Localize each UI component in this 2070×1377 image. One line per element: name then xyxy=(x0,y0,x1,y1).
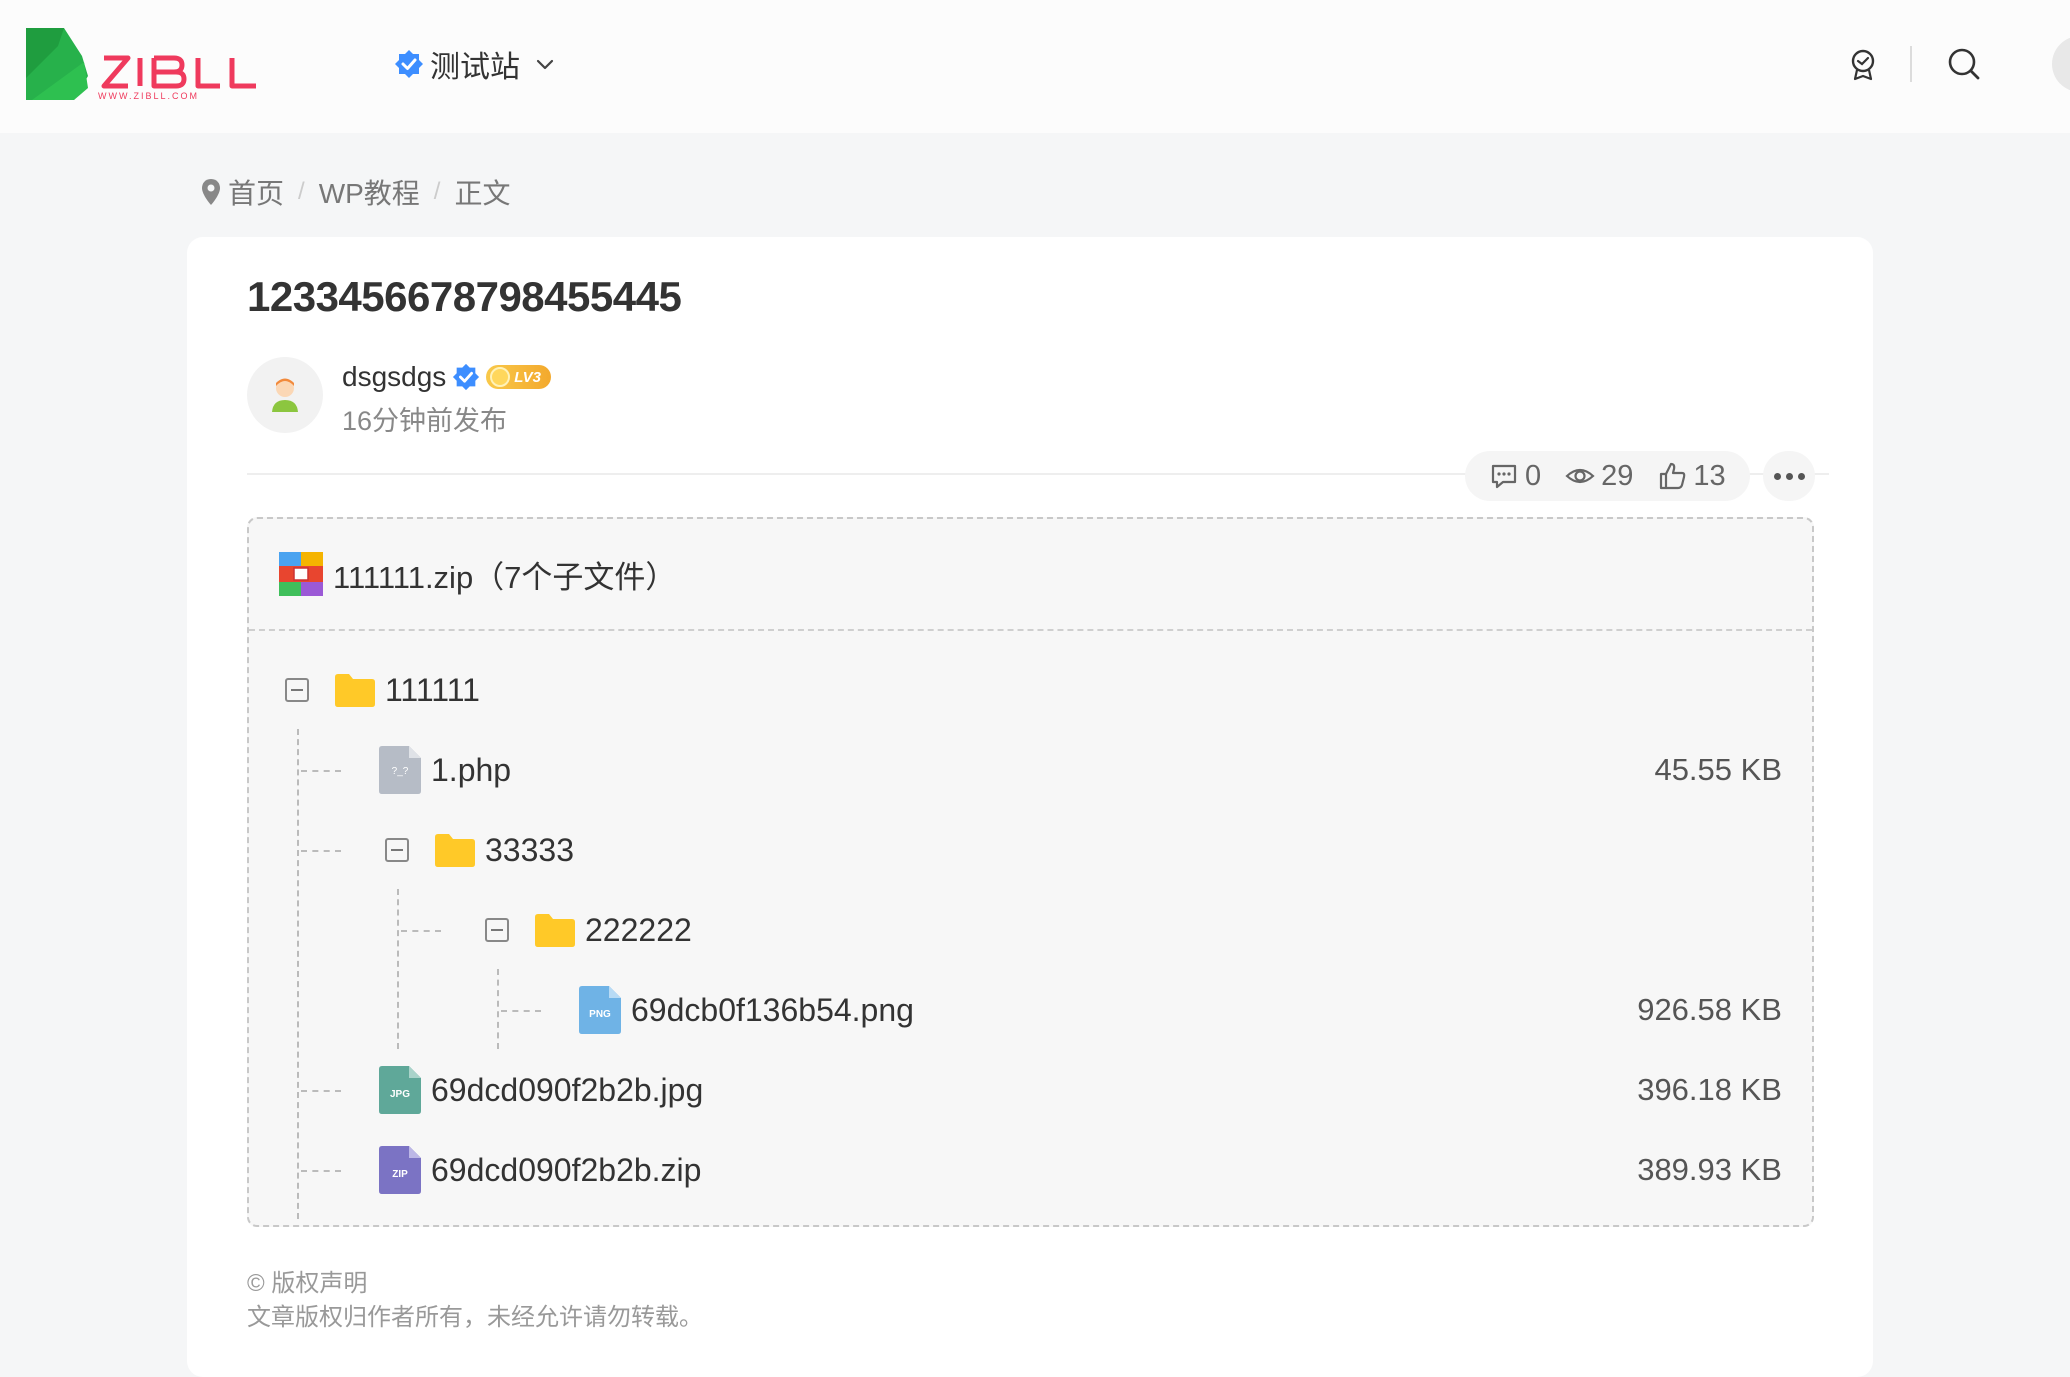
jpg-file-icon: JPG xyxy=(379,1066,421,1114)
chevron-down-icon xyxy=(536,59,554,70)
collapse-toggle-icon[interactable] xyxy=(285,678,309,702)
svg-text:JPG: JPG xyxy=(390,1089,410,1100)
dot xyxy=(1797,472,1805,480)
tree-item-name: 33333 xyxy=(485,831,574,868)
tree-item-name: 222222 xyxy=(585,911,692,948)
tree-item-name: 111111 xyxy=(385,671,480,708)
file-size: 396.18 KB xyxy=(1637,1072,1782,1107)
like-count[interactable]: 13 xyxy=(1657,460,1726,493)
verified-icon xyxy=(453,363,480,391)
comment-count[interactable]: 0 xyxy=(1489,460,1541,493)
png-file-icon: PNG xyxy=(579,986,621,1034)
breadcrumb: 首页 / WP教程 / 正文 xyxy=(200,172,510,212)
tree-item-name: 1.php xyxy=(431,751,512,788)
folder-icon xyxy=(335,674,375,707)
collapse-toggle-icon[interactable] xyxy=(485,918,509,942)
article-card: 1233456678798455445 dsgsdgs LV3 16分钟前发布 … xyxy=(187,237,1873,1377)
archive-icon xyxy=(279,552,323,596)
breadcrumb-separator: / xyxy=(298,178,305,205)
tree-item-name: 69dcd090f2b2b.jpg xyxy=(431,1071,704,1108)
tree-file-row[interactable]: ZIP 69dcd090f2b2b.zip xyxy=(379,1146,702,1194)
tree-item-name: 69dcd090f2b2b.zip xyxy=(431,1151,702,1188)
zip-title: 111111.zip（7个子文件） xyxy=(333,559,677,595)
search-icon[interactable] xyxy=(1946,46,1982,82)
view-count: 29 xyxy=(1565,460,1633,493)
copyright-text: 文章版权归作者所有，未经允许请勿转载。 xyxy=(247,1304,703,1331)
file-size: 45.55 KB xyxy=(1654,752,1782,787)
file-size: 926.58 KB xyxy=(1637,992,1782,1027)
svg-text:WWW.ZIBLL.COM: WWW.ZIBLL.COM xyxy=(98,91,199,101)
site-header: WWW.ZIBLL.COM 测试站 xyxy=(0,0,2070,133)
post-title: 1233456678798455445 xyxy=(247,273,682,320)
zip-preview: 111111.zip（7个子文件） 111111 ?_? 1.php 45.55… xyxy=(247,517,1814,1227)
svg-text:PNG: PNG xyxy=(589,1009,611,1020)
zip-header: 111111.zip（7个子文件） xyxy=(249,519,1812,631)
post-stats: 0 29 13 xyxy=(1465,451,1750,501)
dot xyxy=(1773,472,1781,480)
site-name: 测试站 xyxy=(430,51,520,84)
post-time: 16分钟前发布 xyxy=(342,406,508,436)
site-switcher[interactable]: 测试站 xyxy=(394,44,556,84)
tree-folder-row[interactable]: 111111 xyxy=(285,667,480,713)
tree-guide xyxy=(301,1170,341,1172)
eye-icon xyxy=(1565,468,1595,484)
file-size: 389.93 KB xyxy=(1637,1152,1782,1187)
site-logo[interactable]: WWW.ZIBLL.COM xyxy=(24,26,264,102)
tree-file-row[interactable]: PNG 69dcb0f136b54.png xyxy=(579,986,914,1034)
location-pin-icon xyxy=(202,179,220,205)
tree-folder-row[interactable]: 222222 xyxy=(485,907,692,953)
copyright-heading: © 版权声明 xyxy=(247,1270,368,1297)
author-avatar[interactable] xyxy=(247,357,323,433)
tree-guide xyxy=(401,930,441,932)
tree-guide xyxy=(301,1090,341,1092)
collapse-toggle-icon[interactable] xyxy=(385,838,409,862)
breadcrumb-category[interactable]: WP教程 xyxy=(319,172,420,212)
level-badge: LV3 xyxy=(486,365,551,389)
tree-item-name: 69dcb0f136b54.png xyxy=(631,991,914,1028)
user-avatar[interactable] xyxy=(2052,36,2070,92)
tree-guide xyxy=(297,729,299,1219)
tree-guide xyxy=(501,1010,541,1012)
breadcrumb-separator: / xyxy=(433,178,441,205)
tree-guide xyxy=(497,969,499,1049)
php-file-icon: ?_? xyxy=(379,746,421,794)
author-name[interactable]: dsgsdgs xyxy=(342,361,446,393)
breadcrumb-current: 正文 xyxy=(454,178,511,209)
folder-icon xyxy=(435,834,475,867)
svg-text:?_?: ?_? xyxy=(392,766,409,777)
tree-file-row[interactable]: ?_? 1.php xyxy=(379,746,512,794)
header-divider xyxy=(1910,46,1912,82)
dot xyxy=(1785,472,1793,480)
comment-icon xyxy=(1491,464,1517,489)
svg-text:ZIP: ZIP xyxy=(392,1169,408,1180)
tree-guide xyxy=(397,889,399,1049)
tree-guide xyxy=(301,850,341,852)
avatar-illustration xyxy=(272,378,298,412)
breadcrumb-home[interactable]: 首页 xyxy=(228,172,284,212)
level-coin-icon xyxy=(490,367,511,387)
author-line: dsgsdgs LV3 xyxy=(342,359,551,395)
tree-file-row[interactable]: JPG 69dcd090f2b2b.jpg xyxy=(379,1066,704,1114)
copyright-notice: © 版权声明 文章版权归作者所有，未经允许请勿转载。 xyxy=(247,1267,703,1335)
tree-folder-row[interactable]: 33333 xyxy=(385,827,574,873)
tree-guide xyxy=(301,770,341,772)
badge-icon[interactable] xyxy=(1845,46,1881,82)
verified-icon xyxy=(395,50,423,78)
zip-file-icon: ZIP xyxy=(379,1146,421,1194)
folder-icon xyxy=(535,914,575,947)
more-actions-button[interactable] xyxy=(1763,451,1815,501)
thumbs-up-icon xyxy=(1660,462,1686,490)
